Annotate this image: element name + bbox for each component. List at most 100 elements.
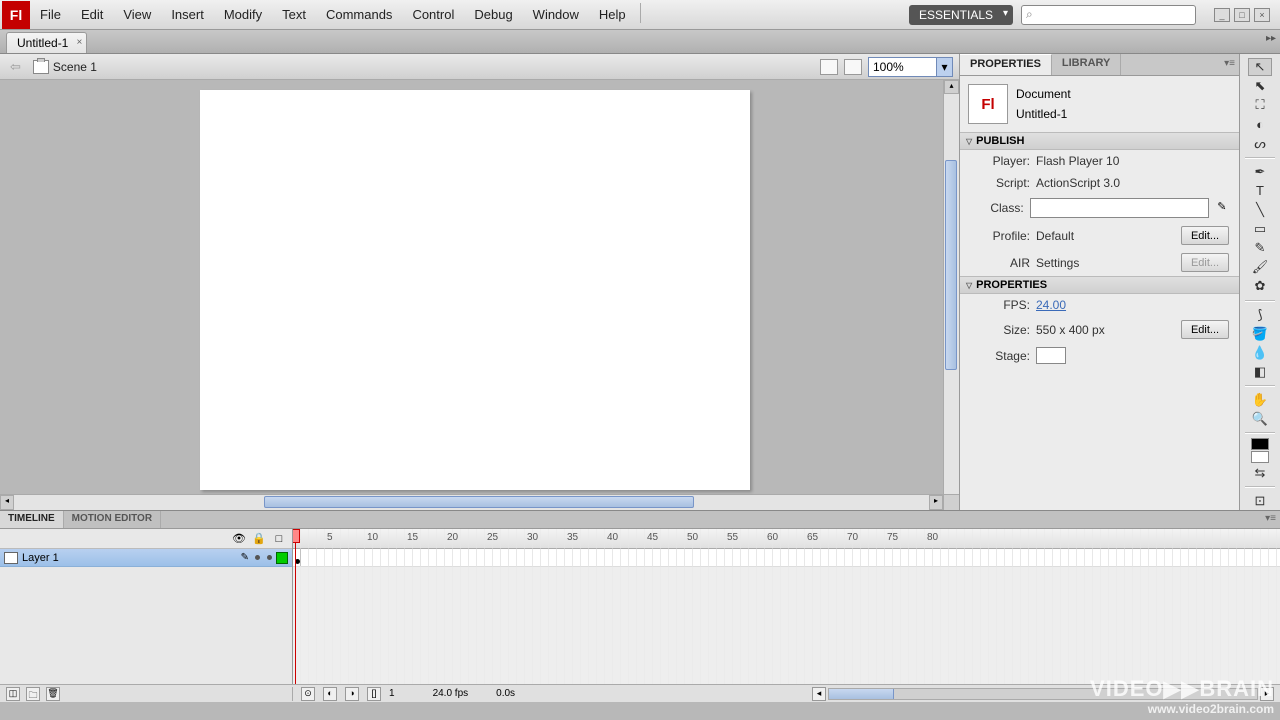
snap-to-objects-icon[interactable]: ⊡ xyxy=(1248,492,1272,510)
playhead-handle[interactable] xyxy=(293,529,300,543)
rectangle-tool[interactable]: ▭ xyxy=(1248,220,1272,238)
edit-multiple-frames-icon[interactable]: [] xyxy=(367,687,381,701)
visibility-header-icon[interactable]: 👁 xyxy=(232,532,246,545)
class-input[interactable] xyxy=(1030,198,1209,218)
hand-tool[interactable]: ✋ xyxy=(1248,391,1272,409)
menu-file[interactable]: File xyxy=(30,3,71,26)
stage-canvas[interactable] xyxy=(200,90,750,490)
edit-symbol-icon[interactable] xyxy=(844,59,862,75)
section-properties[interactable]: ▽ PROPERTIES xyxy=(960,276,1239,294)
panel-menu-icon[interactable]: ▾≡ xyxy=(1224,58,1235,69)
onion-outlines-icon[interactable]: ◑ xyxy=(345,687,359,701)
eraser-tool[interactable]: ◧ xyxy=(1248,363,1272,381)
brush-tool[interactable]: 🖌 xyxy=(1248,258,1272,276)
new-layer-button[interactable]: ◫ xyxy=(6,687,20,701)
section-publish[interactable]: ▽ PUBLISH xyxy=(960,132,1239,150)
vscroll-thumb[interactable] xyxy=(945,160,957,370)
timeline-menu-icon[interactable]: ▾≡ xyxy=(1265,513,1276,524)
hscroll-track[interactable] xyxy=(14,495,929,510)
stage-column: ⇦ Scene 1 100% ▾ ▴ ◂ ▸ xyxy=(0,54,960,510)
selection-tool[interactable]: ↖ xyxy=(1248,58,1272,76)
eyedropper-tool[interactable]: 💧 xyxy=(1248,344,1272,362)
tab-motion-editor[interactable]: MOTION EDITOR xyxy=(64,511,161,528)
stage-color-swatch[interactable] xyxy=(1036,347,1066,364)
workspace-dropdown[interactable]: ESSENTIALS xyxy=(909,5,1013,25)
search-box[interactable]: ⌕ xyxy=(1021,5,1196,25)
stroke-color-swatch[interactable] xyxy=(1251,438,1269,450)
disclosure-triangle-icon: ▽ xyxy=(966,281,972,290)
menu-text[interactable]: Text xyxy=(272,3,316,26)
outline-color-swatch[interactable] xyxy=(276,552,288,564)
edit-scene-icon[interactable] xyxy=(820,59,838,75)
edit-air-button: Edit... xyxy=(1181,253,1229,272)
pencil-icon[interactable]: ✎ xyxy=(1215,200,1229,216)
menu-commands[interactable]: Commands xyxy=(316,3,402,26)
zoom-dropdown[interactable]: 100% ▾ xyxy=(868,57,953,77)
scroll-up-icon[interactable]: ▴ xyxy=(944,80,959,94)
hscroll-thumb[interactable] xyxy=(264,496,694,508)
scroll-left-icon[interactable]: ◂ xyxy=(812,687,826,701)
outline-header-icon[interactable]: □ xyxy=(272,533,286,545)
new-folder-button[interactable]: 🗀 xyxy=(26,687,40,701)
fps-value[interactable]: 24.00 xyxy=(1036,298,1066,312)
playhead[interactable] xyxy=(295,529,296,684)
delete-layer-button[interactable]: 🗑 xyxy=(46,687,60,701)
tab-properties[interactable]: PROPERTIES xyxy=(960,54,1052,75)
swap-colors-icon[interactable]: ⇆ xyxy=(1248,464,1272,482)
lock-dot[interactable] xyxy=(267,555,272,560)
edit-profile-button[interactable]: Edit... xyxy=(1181,226,1229,245)
menu-window[interactable]: Window xyxy=(523,3,589,26)
visibility-dot[interactable] xyxy=(255,555,260,560)
scene-label[interactable]: Scene 1 xyxy=(53,60,97,74)
minimize-button[interactable]: _ xyxy=(1214,8,1230,22)
timeline-scroll-thumb[interactable] xyxy=(829,689,894,699)
paint-bucket-tool[interactable]: 🪣 xyxy=(1248,325,1272,343)
frames-area[interactable]: 15101520253035404550556065707580 xyxy=(293,529,1280,684)
scene-icon xyxy=(33,60,49,74)
document-tab[interactable]: Untitled-1 × xyxy=(6,32,87,53)
menu-modify[interactable]: Modify xyxy=(214,3,272,26)
text-tool[interactable]: T xyxy=(1248,182,1272,200)
deco-tool[interactable]: ✿ xyxy=(1248,277,1272,295)
center-frame-icon[interactable]: ⊙ xyxy=(301,687,315,701)
line-tool[interactable]: ╲ xyxy=(1248,201,1272,219)
tab-library[interactable]: LIBRARY xyxy=(1052,54,1121,75)
fill-color-swatch[interactable] xyxy=(1251,451,1269,463)
close-button[interactable]: × xyxy=(1254,8,1270,22)
onion-skin-icon[interactable]: ◐ xyxy=(323,687,337,701)
edit-bar: ⇦ Scene 1 100% ▾ xyxy=(0,54,959,80)
chevron-down-icon: ▾ xyxy=(936,58,952,76)
pencil-tool[interactable]: ✎ xyxy=(1248,239,1272,257)
menu-insert[interactable]: Insert xyxy=(161,3,214,26)
collapse-panels-icon[interactable]: ▸▸ xyxy=(1266,33,1276,44)
close-tab-icon[interactable]: × xyxy=(77,37,83,48)
menu-edit[interactable]: Edit xyxy=(71,3,113,26)
pen-tool[interactable]: ✒ xyxy=(1248,163,1272,181)
search-input[interactable] xyxy=(1036,9,1191,21)
elapsed-time: 0.0s xyxy=(496,688,515,699)
scroll-left-icon[interactable]: ◂ xyxy=(0,495,14,510)
menu-help[interactable]: Help xyxy=(589,3,636,26)
menu-debug[interactable]: Debug xyxy=(464,3,522,26)
lasso-tool[interactable]: ᔕ xyxy=(1248,135,1272,153)
back-arrow-icon[interactable]: ⇦ xyxy=(6,59,25,75)
lock-header-icon[interactable]: 🔒 xyxy=(252,532,266,545)
layer-name[interactable]: Layer 1 xyxy=(22,552,241,564)
vertical-scrollbar[interactable]: ▴ xyxy=(943,80,959,494)
menu-view[interactable]: View xyxy=(113,3,161,26)
properties-panel: PROPERTIES LIBRARY ▾≡ Fl Document Untitl… xyxy=(960,54,1240,510)
maximize-button[interactable]: □ xyxy=(1234,8,1250,22)
edit-size-button[interactable]: Edit... xyxy=(1181,320,1229,339)
zoom-tool[interactable]: 🔍 xyxy=(1248,410,1272,428)
scroll-right-icon[interactable]: ▸ xyxy=(929,495,943,510)
current-frame: 1 xyxy=(389,688,395,699)
layer-row[interactable]: Layer 1 ✎ xyxy=(0,549,292,567)
subselection-tool[interactable]: ⬉ xyxy=(1248,77,1272,95)
stage-viewport[interactable]: ▴ xyxy=(0,80,959,494)
horizontal-scrollbar[interactable]: ◂ ▸ xyxy=(0,494,959,510)
menu-control[interactable]: Control xyxy=(402,3,464,26)
bone-tool[interactable]: ⟆ xyxy=(1248,306,1272,324)
free-transform-tool[interactable]: ⛶ xyxy=(1248,96,1272,114)
tab-timeline[interactable]: TIMELINE xyxy=(0,511,64,528)
3d-rotation-tool[interactable]: ◐ xyxy=(1248,115,1272,133)
